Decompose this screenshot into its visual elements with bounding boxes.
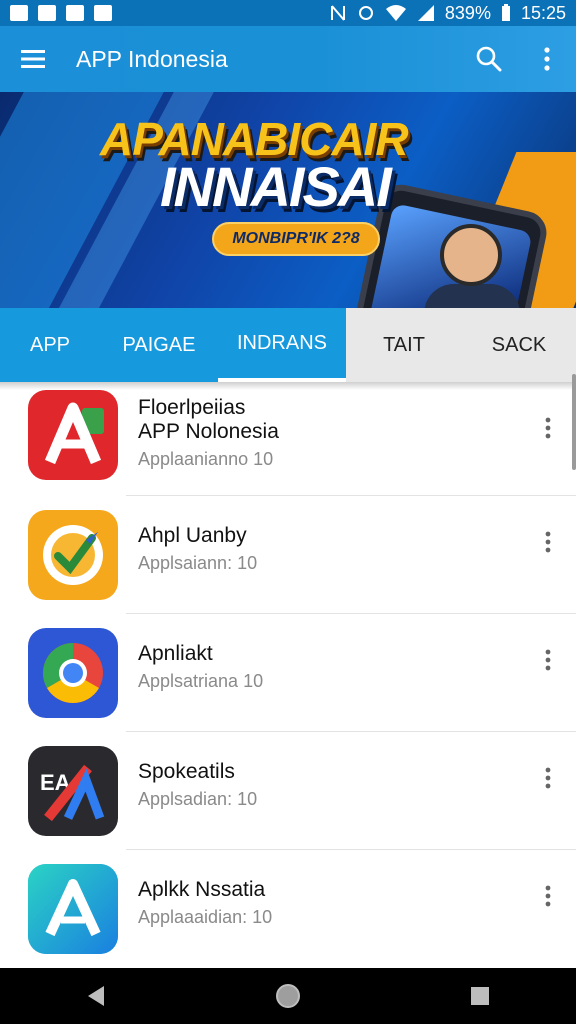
tab-app[interactable]: APP xyxy=(0,308,100,382)
overflow-menu-button[interactable] xyxy=(518,26,576,92)
battery-percent: 839% xyxy=(444,2,491,23)
more-vert-icon xyxy=(545,649,551,671)
recents-square-icon xyxy=(471,987,489,1005)
list-item[interactable]: Aplkk Nssatia Applaaaidian: 10 xyxy=(0,850,576,968)
back-button[interactable] xyxy=(66,968,126,1024)
tab-indrans[interactable]: INDRANS xyxy=(218,308,346,382)
search-button[interactable] xyxy=(460,26,518,92)
wifi-icon xyxy=(385,5,406,21)
more-vert-icon xyxy=(544,47,550,71)
person-illustration-body xyxy=(424,284,520,308)
banner-subheadline: INNAISAI xyxy=(160,155,392,218)
clock: 15:25 xyxy=(520,2,566,23)
list-item[interactable]: Ahpl Uanby Applsaiann: 10 xyxy=(0,496,576,614)
nfc-icon xyxy=(330,5,345,21)
back-triangle-icon xyxy=(88,986,104,1006)
app-subtitle: Applaanianno 10 xyxy=(138,449,274,469)
list-item[interactable]: Apnliakt Applsatriana 10 xyxy=(0,614,576,732)
notification-icon xyxy=(66,5,84,21)
tab-tait[interactable]: TAIT xyxy=(346,308,462,382)
letter-a-red-app-icon xyxy=(28,390,118,480)
app-title: Apnliakt xyxy=(138,642,213,665)
more-vert-icon xyxy=(545,531,551,553)
notification-icon xyxy=(10,5,28,21)
notification-icon xyxy=(94,5,112,21)
more-vert-icon xyxy=(545,417,551,439)
app-title: Floerlpeiias xyxy=(138,396,246,419)
signal-icon xyxy=(417,5,434,21)
app-title: Spokeatils xyxy=(138,760,235,783)
item-overflow-button[interactable] xyxy=(530,878,566,914)
app-subtitle: Applaaaidian: 10 xyxy=(138,907,273,927)
app-list: Floerlpeiias APP Nolonesia Applaanianno … xyxy=(0,382,576,968)
home-circle-icon xyxy=(276,984,300,1008)
more-vert-icon xyxy=(545,767,551,789)
menu-button[interactable] xyxy=(0,26,66,92)
tab-sack[interactable]: SACK xyxy=(462,308,576,382)
banner-pill: MONBIPR'IK 2?8 xyxy=(212,222,380,256)
more-vert-icon xyxy=(545,885,551,907)
home-button[interactable] xyxy=(258,968,318,1024)
app-title-line2: APP Nolonesia xyxy=(138,420,279,443)
tab-bar: APP PAIGAE INDRANS TAIT SACK xyxy=(0,308,576,382)
tab-paigae[interactable]: PAIGAE xyxy=(100,308,218,382)
notification-icon xyxy=(38,5,56,21)
status-bar: 839% 15:25 xyxy=(0,0,576,26)
eaa-dark-app-icon: EAA xyxy=(28,746,118,836)
system-nav-bar xyxy=(0,968,576,1024)
notification-icons xyxy=(10,5,112,21)
recents-button[interactable] xyxy=(450,968,510,1024)
app-subtitle: Applsatriana 10 xyxy=(138,671,264,691)
app-title: APP Indonesia xyxy=(76,45,228,72)
compass-check-app-icon xyxy=(28,510,118,600)
scrollbar[interactable] xyxy=(572,374,576,470)
list-item[interactable]: Floerlpeiias APP Nolonesia Applaanianno … xyxy=(0,382,576,500)
app-title: Aplkk Nssatia xyxy=(138,878,266,901)
app-subtitle: Applsaiann: 10 xyxy=(138,553,258,573)
app-subtitle: Applsadian: 10 xyxy=(138,789,258,809)
hamburger-menu-icon xyxy=(21,50,45,68)
item-overflow-button[interactable] xyxy=(530,410,566,446)
item-overflow-button[interactable] xyxy=(530,524,566,560)
item-overflow-button[interactable] xyxy=(530,642,566,678)
letter-a-teal-app-icon xyxy=(28,864,118,954)
chrome-like-app-icon xyxy=(28,628,118,718)
item-overflow-button[interactable] xyxy=(530,760,566,796)
person-illustration-head xyxy=(440,224,502,286)
app-title: Ahpl Uanby xyxy=(138,524,247,547)
list-item[interactable]: EAA Spokeatils Applsadian: 10 xyxy=(0,732,576,850)
sync-icon xyxy=(358,6,373,20)
battery-icon xyxy=(501,4,510,21)
search-icon xyxy=(476,46,502,72)
promo-banner[interactable]: APANABICAIR INNAISAI MONBIPR'IK 2?8 xyxy=(0,92,576,308)
app-bar: APP Indonesia xyxy=(0,26,576,92)
